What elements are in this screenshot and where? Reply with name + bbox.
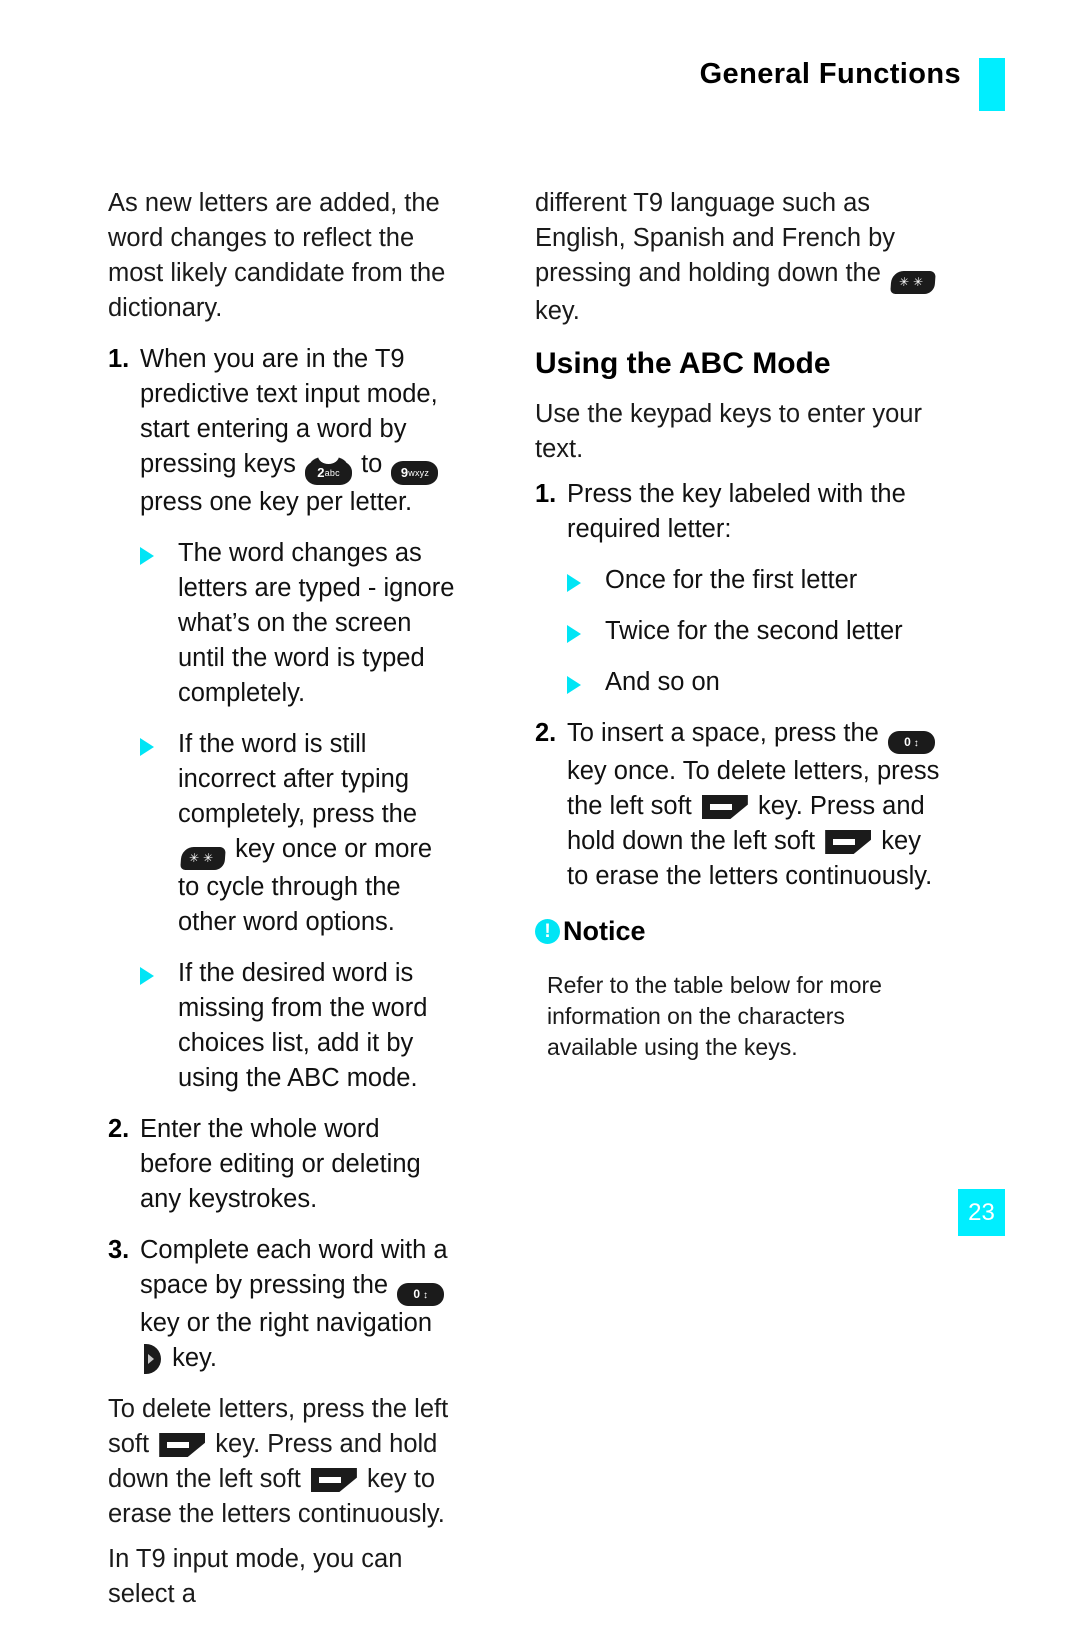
right-step-2-text-a: To insert a space, press the xyxy=(567,719,879,747)
left-delete-paragraph: To delete letters, press the left soft k… xyxy=(108,1392,458,1532)
key-0-icon: 0 ↕ xyxy=(397,1283,445,1306)
triangle-bullet-icon xyxy=(140,967,174,985)
header-accent-bar xyxy=(979,58,1005,111)
key-soft-left-icon xyxy=(825,830,872,854)
key-soft-left-icon xyxy=(310,1468,357,1492)
right-step-2-number: 2. xyxy=(535,719,557,747)
right-bullet-3-text: And so on xyxy=(605,668,720,696)
left-step-2-number: 2. xyxy=(108,1115,130,1143)
left-step-2: 2. Enter the whole word before editing o… xyxy=(108,1112,458,1217)
right-bullet-1-text: Once for the first letter xyxy=(605,566,858,594)
content-columns: As new letters are added, the word chang… xyxy=(0,186,1080,1628)
key-2-letters: abc xyxy=(324,468,340,478)
page-header: General Functions xyxy=(700,58,1005,91)
right-step-1-number: 1. xyxy=(535,480,557,508)
right-step-2: 2. To insert a space, press the 0 ↕ key o… xyxy=(535,716,940,894)
left-step-1-number: 1. xyxy=(108,345,130,373)
right-bullet-1: Once for the first letter xyxy=(535,563,940,598)
right-column: different T9 language such as English, S… xyxy=(470,186,970,1628)
key-0-icon: 0 ↕ xyxy=(887,731,935,754)
key-star-icon: ✳✳ xyxy=(890,271,936,294)
left-tail-paragraph: In T9 input mode, you can select a xyxy=(108,1545,403,1608)
key-0-symbol: ↕ xyxy=(423,1290,429,1301)
left-bullet-3: If the desired word is missing from the … xyxy=(108,956,458,1096)
left-step-3: 3. Complete each word with a space by pr… xyxy=(108,1233,458,1376)
left-bullet-1-text: The word changes as letters are typed - … xyxy=(178,539,455,707)
left-step-1-text-a: When you are in the T9 predictive text i… xyxy=(140,345,438,478)
section-heading-using-abc-mode: Using the ABC Mode xyxy=(535,347,831,380)
triangle-bullet-icon xyxy=(567,676,601,694)
page-number-badge: 23 xyxy=(958,1189,1005,1236)
key-nav-right-icon xyxy=(144,1344,161,1374)
key-9-letters: wxyz xyxy=(408,468,430,478)
left-bullet-1: The word changes as letters are typed - … xyxy=(108,536,458,711)
left-bullet-2-text-a: If the word is still incorrect after typ… xyxy=(178,730,418,828)
right-continuation-paragraph: different T9 language such as English, S… xyxy=(535,186,940,329)
key-soft-left-icon xyxy=(701,795,748,819)
left-bullet-2: If the word is still incorrect after typ… xyxy=(108,727,458,940)
key-soft-left-icon xyxy=(159,1433,206,1457)
left-bullet-3-text: If the desired word is missing from the … xyxy=(178,959,428,1092)
left-step-3-text-c: key. xyxy=(172,1344,217,1372)
triangle-bullet-icon xyxy=(140,738,174,756)
left-step-3-number: 3. xyxy=(108,1236,130,1264)
key-9-wxyz-icon: 9wxyz xyxy=(391,461,439,485)
right-continuation-text-a: different T9 language such as English, S… xyxy=(535,189,896,287)
right-lead-paragraph: Use the keypad keys to enter your text. xyxy=(535,400,922,463)
key-star-icon: ✳✳ xyxy=(180,847,226,870)
left-column: As new letters are added, the word chang… xyxy=(0,186,470,1628)
page-title: General Functions xyxy=(699,58,961,90)
right-continuation-text-b: key. xyxy=(535,297,580,325)
left-step-1-text-b: to xyxy=(361,450,383,478)
right-bullet-2-text: Twice for the second letter xyxy=(605,617,903,645)
right-bullet-2: Twice for the second letter xyxy=(535,614,940,649)
key-0-symbol: ↕ xyxy=(913,738,919,749)
key-0-digit: 0 xyxy=(904,735,911,749)
left-step-2-text: Enter the whole word before editing or d… xyxy=(140,1115,421,1213)
key-2-abc-icon: 2abc xyxy=(305,456,352,485)
key-0-digit: 0 xyxy=(413,1287,421,1301)
right-bullet-3: And so on xyxy=(535,665,940,700)
triangle-bullet-icon xyxy=(567,574,601,592)
notice-body: Refer to the table below for more inform… xyxy=(547,972,882,1060)
intro-paragraph: As new letters are added, the word chang… xyxy=(108,189,446,322)
notice-header: ! Notice xyxy=(535,916,940,947)
key-2-digit: 2 xyxy=(317,465,325,480)
left-step-3-text-b: key or the right navigation xyxy=(140,1309,433,1337)
triangle-bullet-icon xyxy=(567,625,601,643)
right-step-1-text: Press the key labeled with the required … xyxy=(567,480,906,543)
right-step-1: 1. Press the key labeled with the requir… xyxy=(535,477,940,547)
notice-title: Notice xyxy=(563,916,646,946)
left-step-1: 1. When you are in the T9 predictive tex… xyxy=(108,342,458,520)
exclamation-icon: ! xyxy=(535,919,560,944)
triangle-bullet-icon xyxy=(140,547,174,565)
left-step-1-text-c: press one key per letter. xyxy=(140,488,413,516)
